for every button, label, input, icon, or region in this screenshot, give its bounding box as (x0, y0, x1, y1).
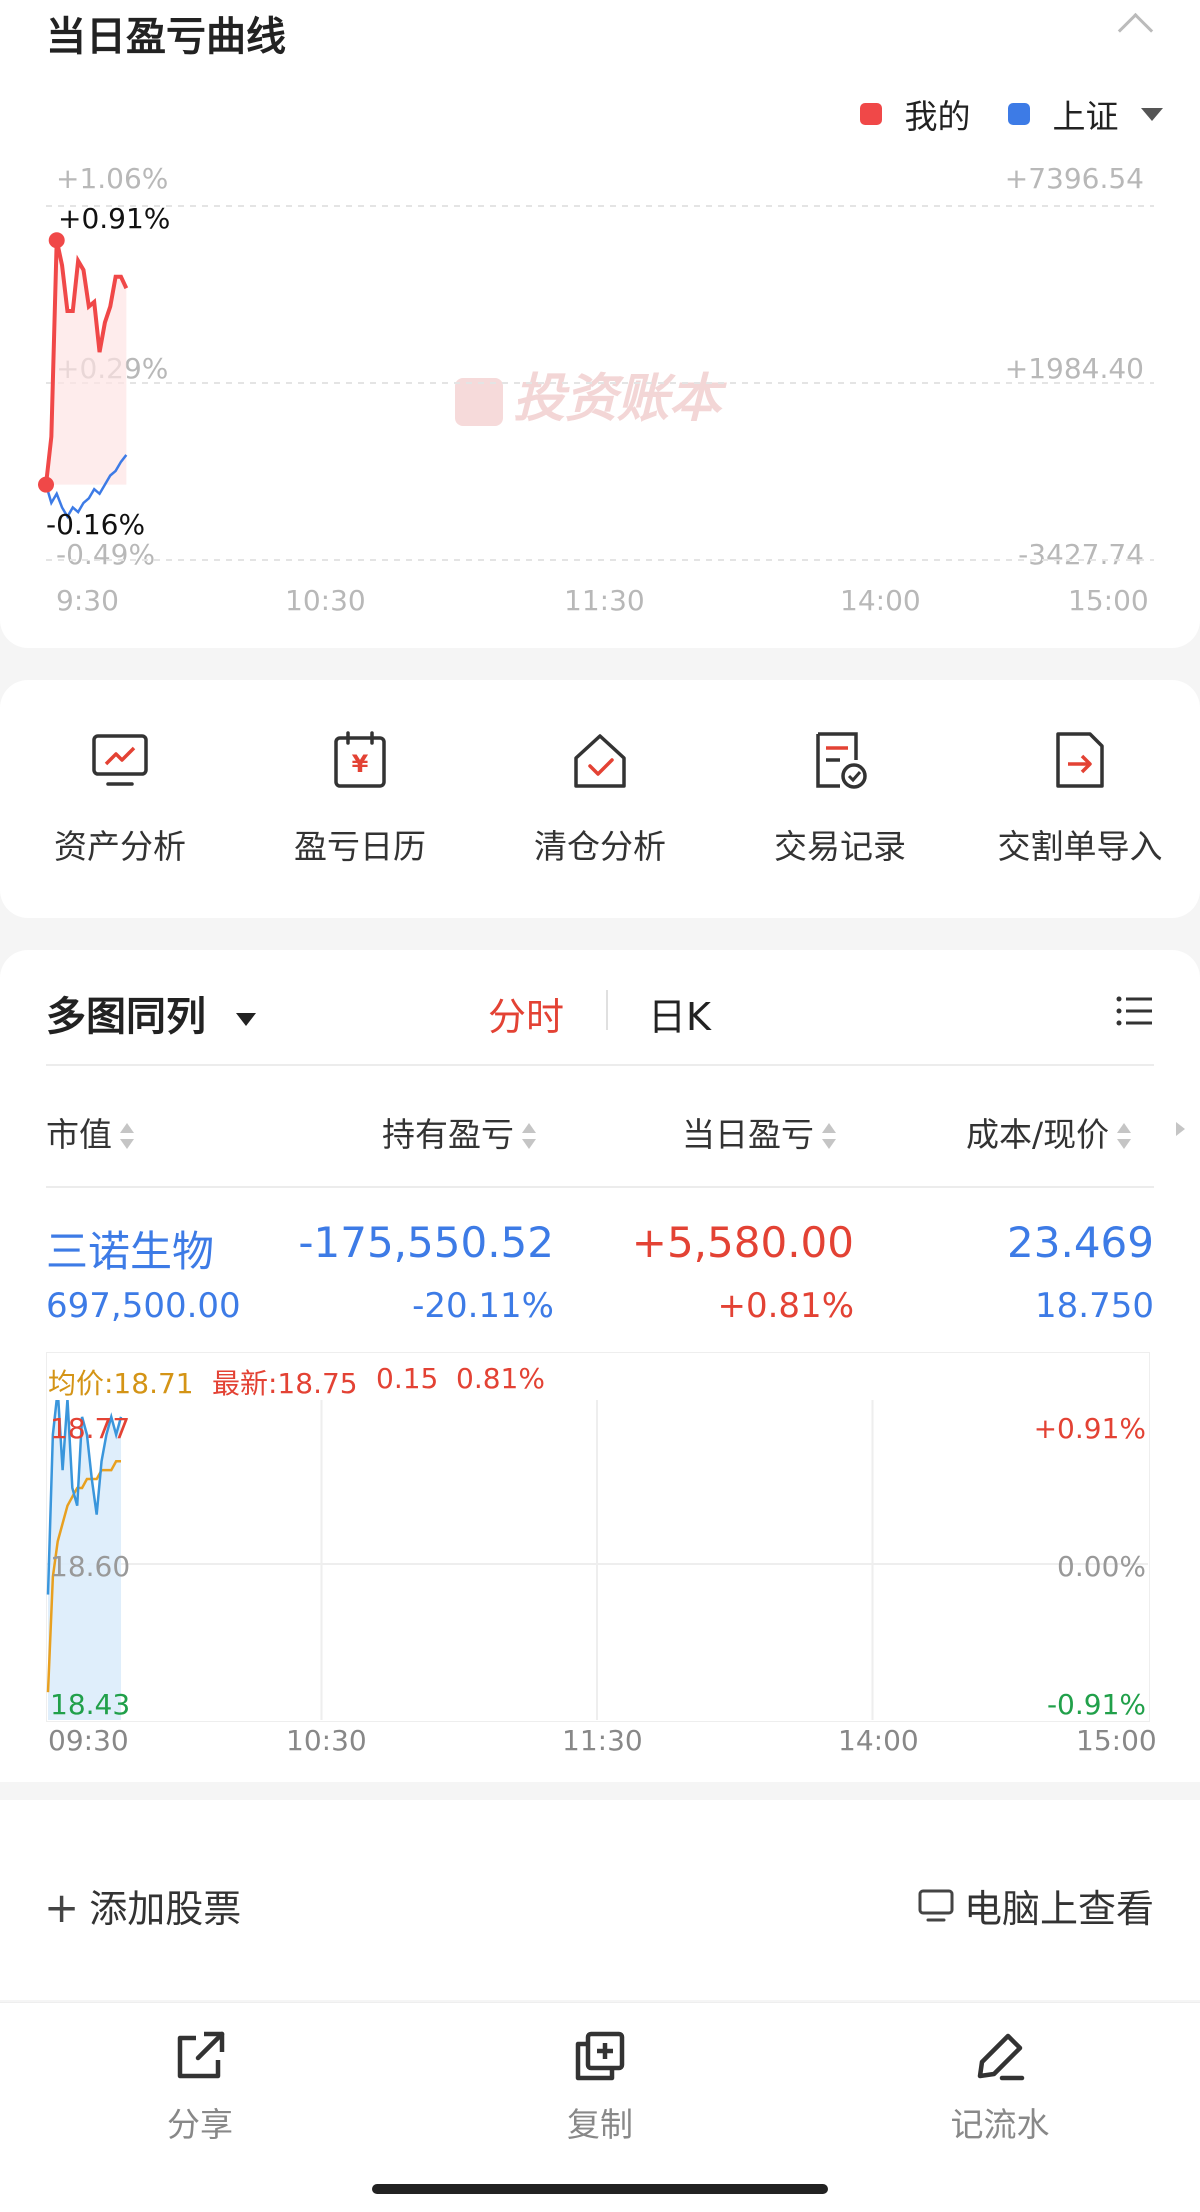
mini-left-tick-mid: 18.60 (50, 1550, 131, 1583)
tool-pl-calendar[interactable]: ¥ 盈亏日历 (250, 730, 470, 868)
mini-time-1030: 10:30 (286, 1724, 367, 1757)
mini-change: 0.15 (376, 1362, 439, 1395)
sort-icon (1117, 1119, 1132, 1155)
min-point-marker (38, 476, 54, 493)
mini-time-1130: 11:30 (562, 1724, 643, 1757)
mini-avg-price: 均价:18.71 (48, 1367, 194, 1400)
stock-day-pl-pct: +0.81% (717, 1286, 855, 1326)
nav-copy[interactable]: 复制 (500, 2030, 700, 2146)
stock-hold-pl: -175,550.52 (298, 1218, 554, 1267)
edit-pen-icon (977, 2033, 1025, 2081)
view-on-pc-label: 电脑上查看 (963, 1887, 1154, 1931)
receipt-check-icon (816, 732, 867, 789)
mini-intraday-chart (46, 1400, 1148, 1720)
sort-icon (522, 1119, 536, 1155)
mini-time-1400: 14:00 (838, 1724, 919, 1757)
nav-share[interactable]: 分享 (100, 2030, 300, 2146)
plus-icon: + (44, 1883, 80, 1932)
row-divider (46, 1186, 1154, 1188)
scroll-right-icon[interactable] (1176, 1122, 1185, 1136)
col-market-value[interactable]: 市值 (46, 1108, 134, 1156)
tool-asset-analysis[interactable]: 资产分析 (10, 730, 230, 868)
pl-curve-chart (38, 205, 1154, 561)
add-stock-button[interactable]: + 添加股票 (44, 1878, 241, 1933)
col-hold-pl-label: 持有盈亏 (382, 1115, 514, 1154)
tool-label: 资产分析 (54, 827, 186, 866)
stock-name[interactable]: 三诺生物 (46, 1218, 214, 1279)
mini-right-tick-top: +0.91% (1033, 1412, 1146, 1445)
tool-label: 清仓分析 (534, 827, 666, 866)
mini-left-tick-bottom: 18.43 (50, 1688, 131, 1721)
file-import-icon (1056, 732, 1104, 788)
stock-hold-pl-pct: -20.11% (412, 1286, 554, 1326)
mini-time-0930: 09:30 (48, 1724, 129, 1757)
col-day-pl-label: 当日盈亏 (682, 1115, 814, 1154)
col-hold-pl[interactable]: 持有盈亏 (382, 1108, 536, 1156)
svg-text:¥: ¥ (352, 750, 369, 778)
mini-right-tick-bottom: -0.91% (1046, 1688, 1146, 1721)
stock-day-pl: +5,580.00 (631, 1218, 854, 1267)
time-tick-1400: 14:00 (840, 584, 921, 617)
time-tick-1500: 15:00 (1068, 584, 1149, 617)
time-tick-0930: 9:30 (56, 584, 119, 617)
stock-price: 18.750 (1035, 1286, 1154, 1326)
col-cost-price-label: 成本/现价 (966, 1115, 1110, 1154)
tool-label: 交易记录 (774, 827, 906, 866)
view-mode-dropdown-icon (235, 1012, 256, 1026)
home-indicator[interactable] (372, 2184, 828, 2194)
tab-daily-k[interactable]: 日K (648, 986, 711, 1041)
tool-trade-records[interactable]: 交易记录 (730, 730, 950, 868)
stock-cost: 23.469 (1007, 1218, 1154, 1267)
nav-record-flow-label: 记流水 (950, 2105, 1050, 2144)
view-mode-selector[interactable]: 多图同列 (46, 984, 256, 1042)
sort-icon (822, 1119, 836, 1155)
mini-latest-price: 最新:18.75 (212, 1367, 358, 1400)
tool-clear-analysis[interactable]: 清仓分析 (490, 730, 710, 868)
nav-record-flow[interactable]: 记流水 (900, 2030, 1100, 2146)
col-cost-price[interactable]: 成本/现价 (966, 1108, 1132, 1156)
tool-statement-import[interactable]: 交割单导入 (970, 730, 1190, 868)
pl-min-label: -0.16% (46, 508, 146, 541)
calendar-yen-icon: ¥ (334, 731, 386, 788)
share-icon (177, 2031, 225, 2079)
view-mode-label: 多图同列 (46, 994, 206, 1040)
pl-max-label: +0.91% (58, 202, 171, 235)
mini-right-tick-mid: 0.00% (1057, 1550, 1146, 1583)
col-day-pl[interactable]: 当日盈亏 (682, 1108, 836, 1156)
monitor-icon (918, 1889, 954, 1921)
col-market-value-label: 市值 (46, 1115, 112, 1154)
mini-change-pct: 0.81% (456, 1362, 545, 1395)
tab-intraday[interactable]: 分时 (488, 986, 564, 1041)
list-settings-icon[interactable] (1116, 996, 1154, 1030)
time-tick-1030: 10:30 (285, 584, 366, 617)
mini-left-tick-top: 18.77 (50, 1412, 131, 1445)
nav-share-label: 分享 (167, 2105, 233, 2144)
tab-divider (606, 990, 608, 1030)
view-on-pc-button[interactable]: 电脑上查看 (918, 1878, 1154, 1933)
mini-time-1500: 15:00 (1076, 1724, 1157, 1757)
monitor-chart-icon (92, 734, 148, 786)
house-check-icon (574, 734, 626, 788)
time-tick-1130: 11:30 (564, 584, 645, 617)
tool-label: 盈亏日历 (294, 827, 426, 866)
copy-icon (575, 2031, 625, 2081)
stock-market-value: 697,500.00 (46, 1286, 241, 1326)
nav-copy-label: 复制 (567, 2105, 633, 2144)
tool-label: 交割单导入 (997, 827, 1163, 866)
header-divider (46, 1064, 1154, 1066)
sort-icon (120, 1119, 134, 1155)
add-stock-label: 添加股票 (89, 1887, 242, 1931)
